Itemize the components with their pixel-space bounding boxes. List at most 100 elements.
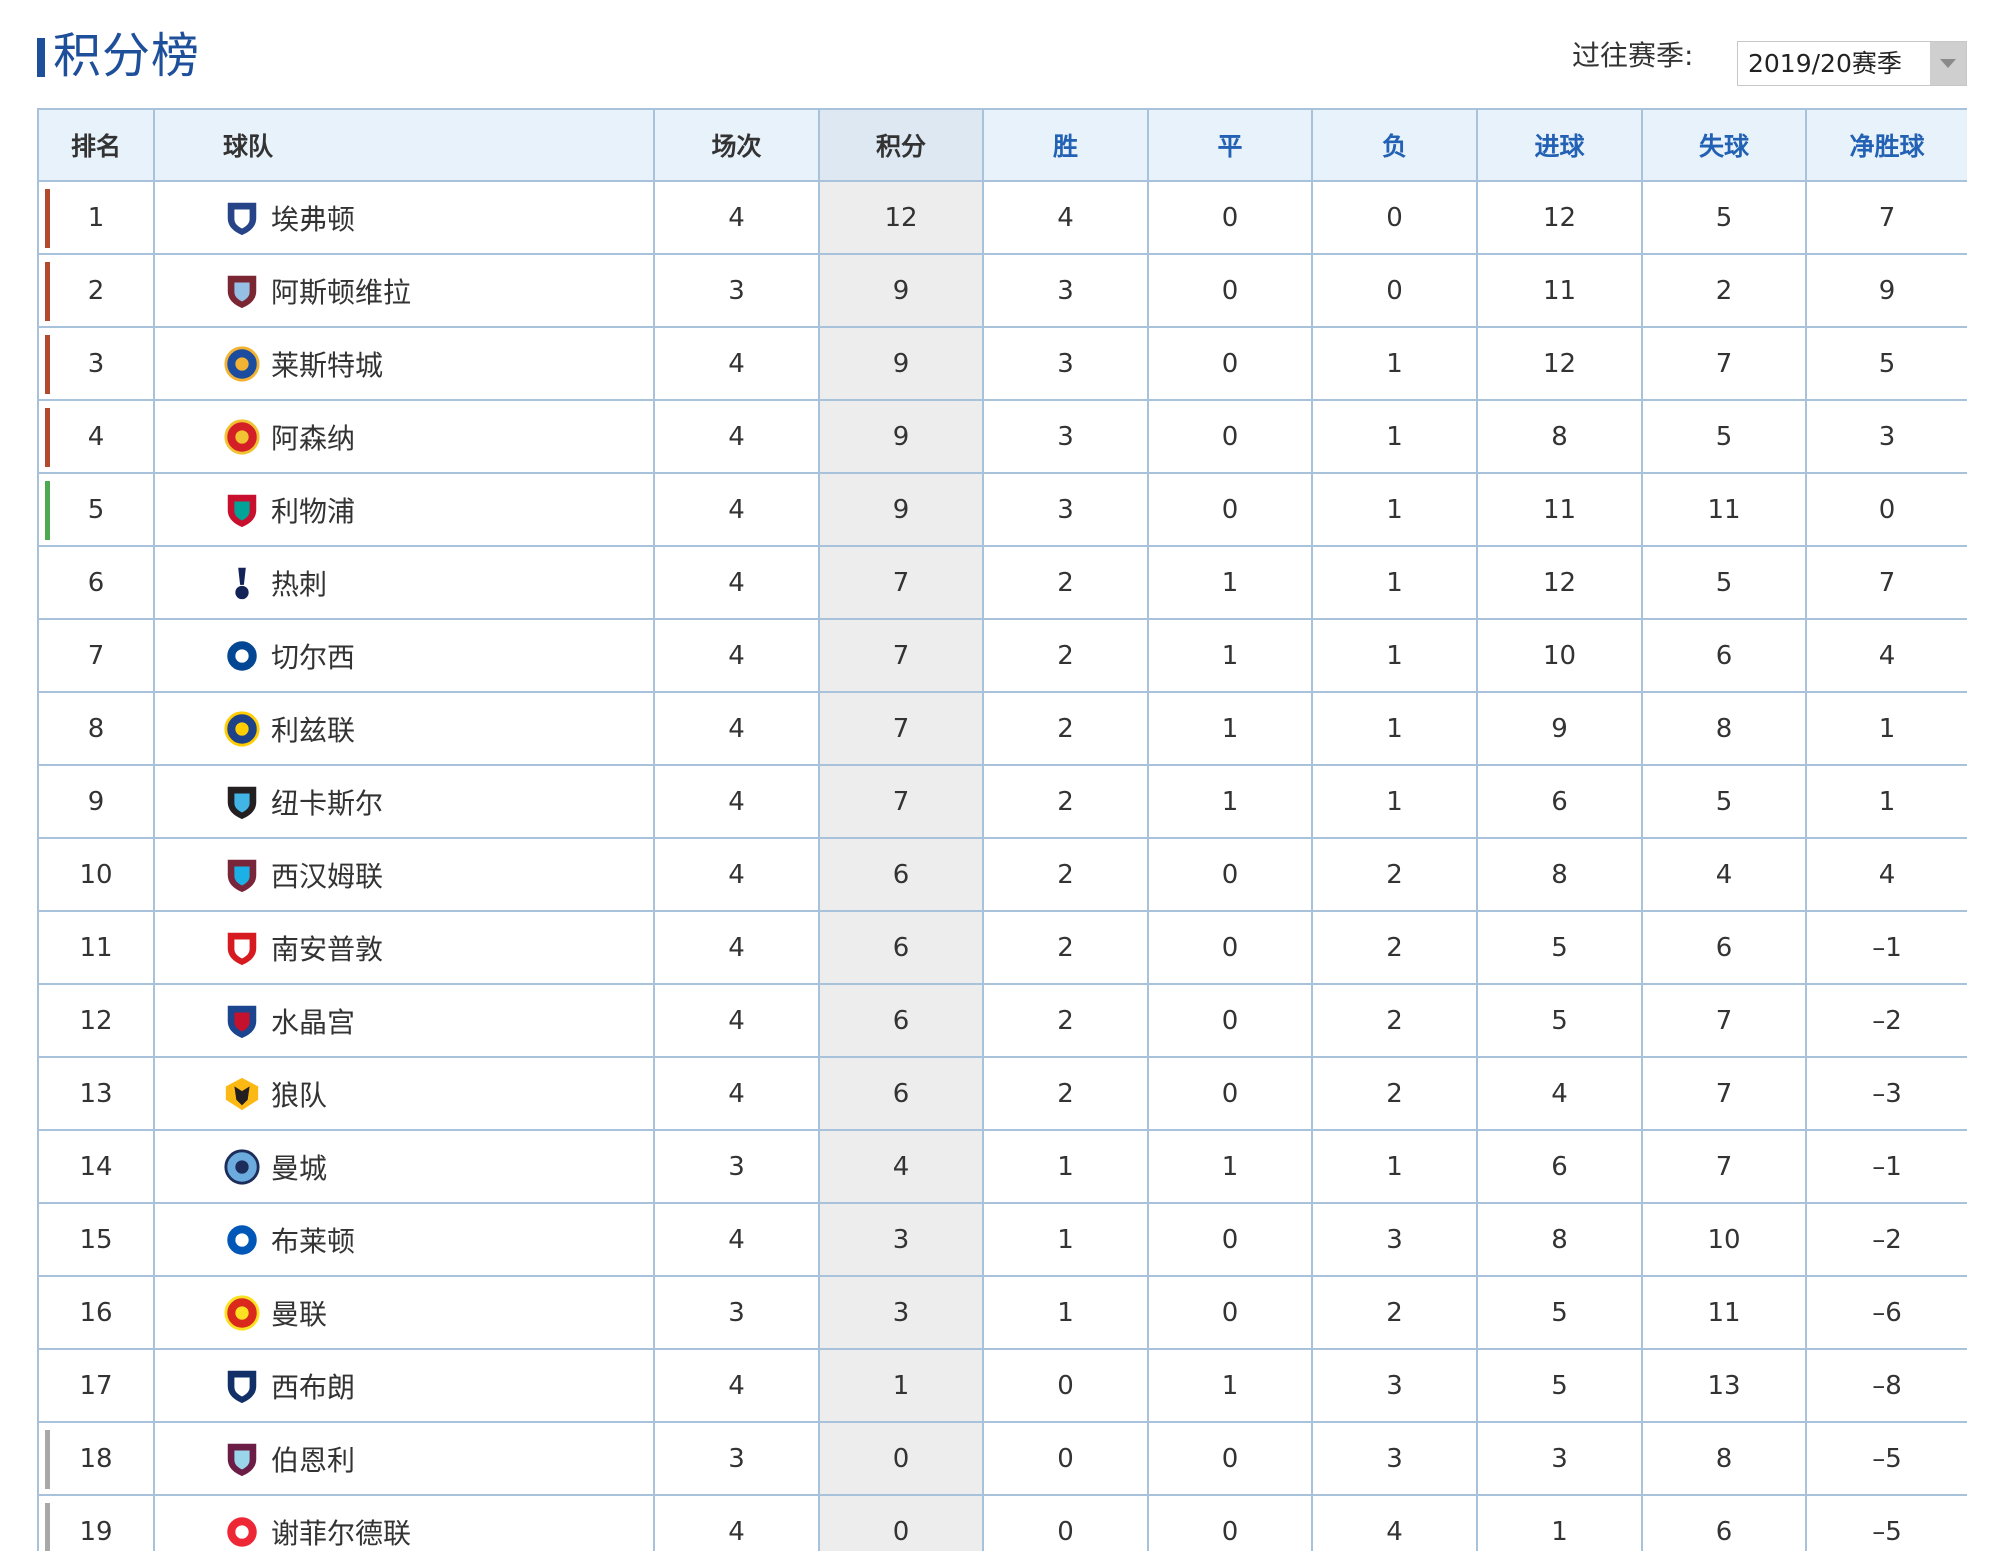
table-row[interactable]: 7 切尔西 4 7 2 1 1 10 6 4 [37, 618, 1967, 693]
team-link[interactable]: 谢菲尔德联 [223, 1496, 653, 1551]
team-link[interactable]: 南安普敦 [223, 912, 653, 983]
goal-difference-cell: –1 [1805, 1129, 1967, 1204]
team-link[interactable]: 埃弗顿 [223, 182, 653, 253]
table-row[interactable]: 14 曼城 3 4 1 1 1 6 7 –1 [37, 1129, 1967, 1204]
team-name[interactable]: 阿森纳 [271, 417, 355, 457]
team-link[interactable]: 利兹联 [223, 693, 653, 764]
rank-value: 2 [87, 275, 105, 306]
team-cell[interactable]: 布莱顿 [153, 1202, 655, 1277]
table-row[interactable]: 2 阿斯顿维拉 3 9 3 0 0 11 2 9 [37, 253, 1967, 328]
column-header-lost[interactable]: 负 [1311, 108, 1478, 182]
table-row[interactable]: 11 南安普敦 4 6 2 0 2 5 6 –1 [37, 910, 1967, 985]
column-header-points[interactable]: 积分 [818, 108, 984, 182]
table-row[interactable]: 3 莱斯特城 4 9 3 0 1 12 7 5 [37, 326, 1967, 401]
team-link[interactable]: 西汉姆联 [223, 839, 653, 910]
team-name[interactable]: 南安普敦 [271, 928, 383, 968]
goals-for-cell: 8 [1476, 837, 1643, 912]
team-link[interactable]: 布莱顿 [223, 1204, 653, 1275]
team-name[interactable]: 布莱顿 [271, 1220, 355, 1260]
leeds-crest-icon [224, 710, 260, 747]
column-header-team[interactable]: 球队 [153, 108, 655, 182]
column-header-won[interactable]: 胜 [982, 108, 1149, 182]
table-row[interactable]: 17 西布朗 4 1 0 1 3 5 13 –8 [37, 1348, 1967, 1423]
table-row[interactable]: 5 利物浦 4 9 3 0 1 11 11 0 [37, 472, 1967, 547]
team-cell[interactable]: 西汉姆联 [153, 837, 655, 912]
table-row[interactable]: 16 曼联 3 3 1 0 2 5 11 –6 [37, 1275, 1967, 1350]
table-row[interactable]: 13 狼队 4 6 2 0 2 4 7 –3 [37, 1056, 1967, 1131]
team-cell[interactable]: 谢菲尔德联 [153, 1494, 655, 1551]
table-row[interactable]: 1 埃弗顿 4 12 4 0 0 12 5 7 [37, 180, 1967, 255]
drawn-cell: 1 [1147, 1129, 1313, 1204]
team-name[interactable]: 曼联 [271, 1293, 327, 1333]
rank-value: 3 [87, 348, 105, 379]
played-cell: 4 [653, 691, 820, 766]
table-row[interactable]: 19 谢菲尔德联 4 0 0 0 4 1 6 –5 [37, 1494, 1967, 1551]
team-cell[interactable]: 利物浦 [153, 472, 655, 547]
team-cell[interactable]: 纽卡斯尔 [153, 764, 655, 839]
team-cell[interactable]: 切尔西 [153, 618, 655, 693]
points-cell: 7 [818, 618, 984, 693]
team-name[interactable]: 谢菲尔德联 [271, 1512, 411, 1551]
team-name[interactable]: 西汉姆联 [271, 855, 383, 895]
team-cell[interactable]: 曼联 [153, 1275, 655, 1350]
column-header-drawn[interactable]: 平 [1147, 108, 1313, 182]
column-header-goals-against[interactable]: 失球 [1641, 108, 1807, 182]
team-name[interactable]: 曼城 [271, 1147, 327, 1187]
drawn-cell: 0 [1147, 472, 1313, 547]
team-name[interactable]: 切尔西 [271, 636, 355, 676]
team-cell[interactable]: 阿森纳 [153, 399, 655, 474]
table-row[interactable]: 9 纽卡斯尔 4 7 2 1 1 6 5 1 [37, 764, 1967, 839]
team-cell[interactable]: 热刺 [153, 545, 655, 620]
team-cell[interactable]: 西布朗 [153, 1348, 655, 1423]
team-name[interactable]: 纽卡斯尔 [271, 782, 383, 822]
table-row[interactable]: 10 西汉姆联 4 6 2 0 2 8 4 4 [37, 837, 1967, 912]
team-link[interactable]: 切尔西 [223, 620, 653, 691]
team-name[interactable]: 埃弗顿 [271, 198, 355, 238]
team-cell[interactable]: 南安普敦 [153, 910, 655, 985]
team-name[interactable]: 伯恩利 [271, 1439, 355, 1479]
team-link[interactable]: 狼队 [223, 1058, 653, 1129]
team-link[interactable]: 莱斯特城 [223, 328, 653, 399]
team-name[interactable]: 热刺 [271, 563, 327, 603]
column-header-played[interactable]: 场次 [653, 108, 820, 182]
team-link[interactable]: 阿斯顿维拉 [223, 255, 653, 326]
team-link[interactable]: 曼城 [223, 1131, 653, 1202]
team-cell[interactable]: 水晶宫 [153, 983, 655, 1058]
team-name[interactable]: 西布朗 [271, 1366, 355, 1406]
team-link[interactable]: 西布朗 [223, 1350, 653, 1421]
column-header-goals-for[interactable]: 进球 [1476, 108, 1643, 182]
team-cell[interactable]: 莱斯特城 [153, 326, 655, 401]
team-cell[interactable]: 阿斯顿维拉 [153, 253, 655, 328]
table-row[interactable]: 12 水晶宫 4 6 2 0 2 5 7 –2 [37, 983, 1967, 1058]
team-name[interactable]: 水晶宫 [271, 1001, 355, 1041]
team-name[interactable]: 利兹联 [271, 709, 355, 749]
team-name[interactable]: 利物浦 [271, 490, 355, 530]
team-cell[interactable]: 曼城 [153, 1129, 655, 1204]
table-row[interactable]: 8 利兹联 4 7 2 1 1 9 8 1 [37, 691, 1967, 766]
team-link[interactable]: 纽卡斯尔 [223, 766, 653, 837]
team-link[interactable]: 曼联 [223, 1277, 653, 1348]
team-link[interactable]: 水晶宫 [223, 985, 653, 1056]
table-row[interactable]: 18 伯恩利 3 0 0 0 3 3 8 –5 [37, 1421, 1967, 1496]
team-cell[interactable]: 埃弗顿 [153, 180, 655, 255]
goal-difference-cell: –3 [1805, 1056, 1967, 1131]
team-name[interactable]: 阿斯顿维拉 [271, 271, 411, 311]
team-cell[interactable]: 伯恩利 [153, 1421, 655, 1496]
dropdown-arrow[interactable] [1930, 42, 1966, 85]
team-link[interactable]: 伯恩利 [223, 1423, 653, 1494]
goals-against-cell: 7 [1641, 1056, 1807, 1131]
table-row[interactable]: 4 阿森纳 4 9 3 0 1 8 5 3 [37, 399, 1967, 474]
column-header-rank[interactable]: 排名 [37, 108, 155, 182]
team-name[interactable]: 狼队 [271, 1074, 327, 1114]
season-select[interactable]: 2019/20赛季 [1737, 41, 1967, 86]
table-row[interactable]: 15 布莱顿 4 3 1 0 3 8 10 –2 [37, 1202, 1967, 1277]
team-link[interactable]: 热刺 [223, 547, 653, 618]
team-name[interactable]: 莱斯特城 [271, 344, 383, 384]
column-header-goal-difference[interactable]: 净胜球 [1805, 108, 1967, 182]
team-cell[interactable]: 狼队 [153, 1056, 655, 1131]
team-cell[interactable]: 利兹联 [153, 691, 655, 766]
table-row[interactable]: 6 热刺 4 7 2 1 1 12 5 7 [37, 545, 1967, 620]
goals-against-cell: 6 [1641, 910, 1807, 985]
team-link[interactable]: 利物浦 [223, 474, 653, 545]
team-link[interactable]: 阿森纳 [223, 401, 653, 472]
